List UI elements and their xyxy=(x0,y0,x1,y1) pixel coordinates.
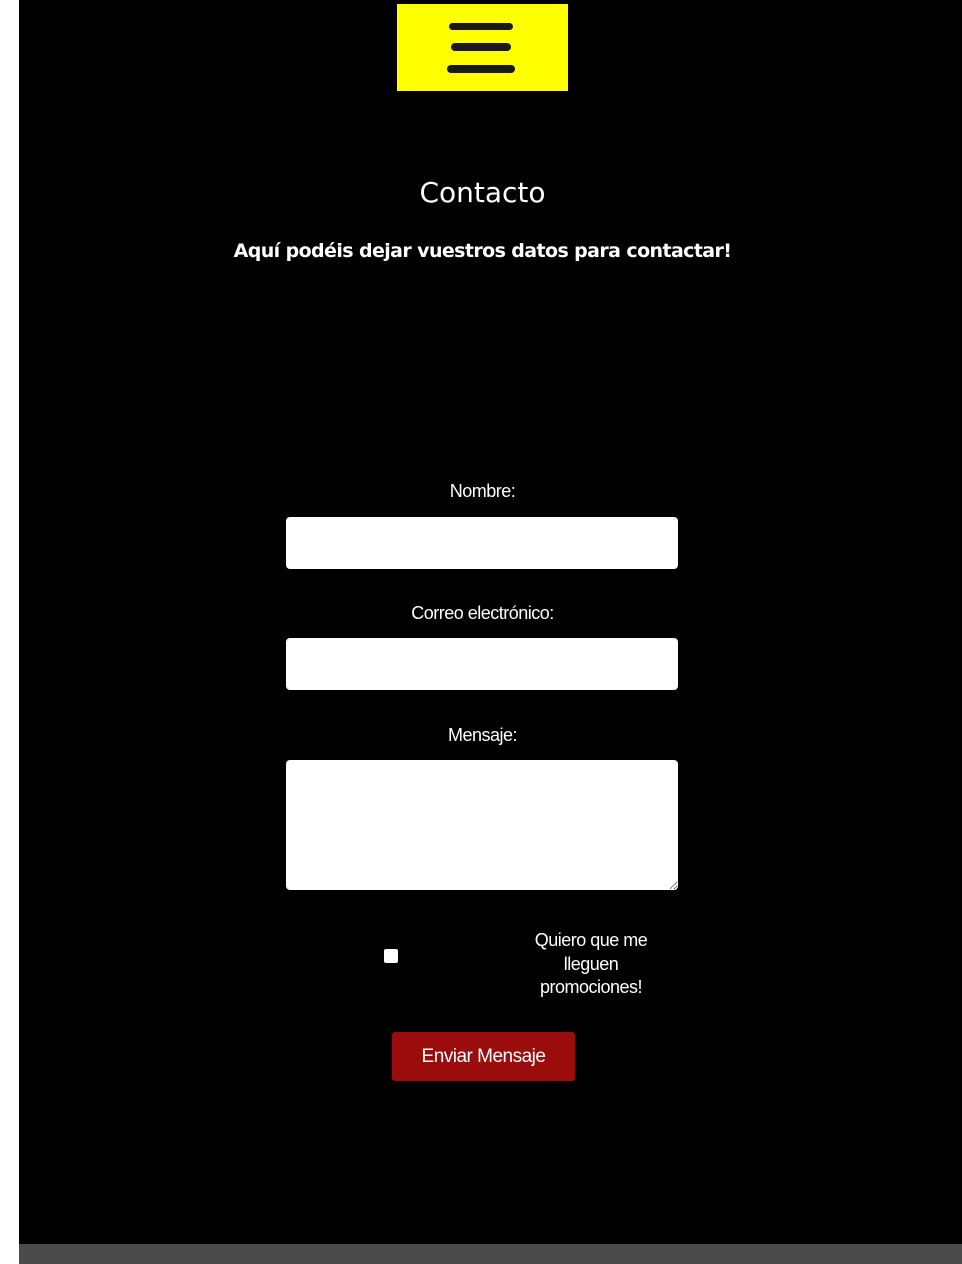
promotions-label-line: promociones! xyxy=(539,977,643,997)
email-label: Correo electrónico: xyxy=(411,603,554,623)
send-message-button[interactable]: Enviar Mensaje xyxy=(392,1032,575,1081)
promotions-checkbox-label: Quiero que me lleguen promociones! xyxy=(511,929,671,1000)
page-title: Contacto xyxy=(419,176,546,209)
name-input[interactable] xyxy=(286,517,678,569)
hamburger-menu-icon xyxy=(447,23,515,73)
promotions-label-line: lleguen xyxy=(563,953,619,974)
menu-button[interactable] xyxy=(397,4,568,91)
message-textarea[interactable] xyxy=(286,760,678,890)
message-label: Mensaje: xyxy=(447,725,518,745)
email-input[interactable] xyxy=(286,638,678,690)
page-subtitle: Aquí podéis dejar vuestros datos para co… xyxy=(233,240,732,262)
page-container: Contacto Aquí podéis dejar vuestros dato… xyxy=(19,0,962,1244)
promotions-label-line: Quiero que me xyxy=(534,930,648,950)
name-label: Nombre: xyxy=(449,481,516,501)
promotions-checkbox[interactable] xyxy=(384,949,398,963)
footer-bar xyxy=(19,1244,962,1264)
